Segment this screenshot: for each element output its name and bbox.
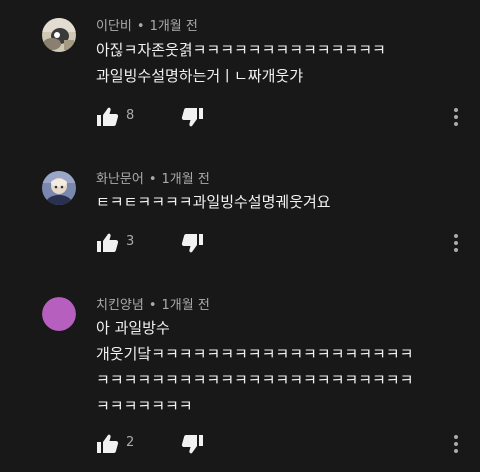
avatar[interactable]	[42, 297, 76, 331]
like-count: 2	[126, 435, 135, 450]
comment-actions: 3	[96, 231, 480, 255]
more-vertical-icon	[454, 234, 458, 252]
thumbs-up-icon	[97, 434, 119, 453]
like-count: 8	[126, 108, 135, 123]
separator: •	[148, 298, 157, 313]
comment-text-line: 개웃기닼ㅋㅋㅋㅋㅋㅋㅋㅋㅋㅋㅋㅋㅋㅋㅋㅋㅋㅋㅋ	[96, 345, 414, 363]
comment-actions: 8	[96, 105, 480, 129]
comment-text-line: 과일빙수설명하는거ㅣㄴ짜개웃갸	[96, 67, 304, 85]
comment-text-line: 아 과일방수	[96, 319, 170, 337]
like-button[interactable]	[96, 231, 120, 255]
thumbs-up-icon	[97, 107, 119, 126]
comment-text: 아짆ㅋ자존웃겱ㅋㅋㅋㅋㅋㅋㅋㅋㅋㅋㅋㅋㅋㅋ 과일빙수설명하는거ㅣㄴ짜개웃갸	[96, 37, 468, 89]
more-vertical-icon	[454, 435, 458, 453]
thumbs-down-icon	[181, 435, 203, 454]
comment-meta: 치킨양념 • 1개월 전	[96, 298, 210, 314]
dislike-button[interactable]	[180, 231, 204, 255]
default-avatar-icon	[42, 297, 76, 331]
comment-text: 아 과일방수 개웃기닼ㅋㅋㅋㅋㅋㅋㅋㅋㅋㅋㅋㅋㅋㅋㅋㅋㅋㅋㅋ ㅋㅋㅋㅋㅋㅋㅋㅋㅋ…	[96, 315, 468, 419]
avatar[interactable]	[42, 171, 76, 205]
thumbs-up-icon	[97, 233, 119, 252]
comment-text-line: ㅌㅋㅌㅋㅋㅋㅋ과일빙수설명궤웃겨요	[96, 193, 331, 211]
more-vertical-icon	[454, 108, 458, 126]
author-name[interactable]: 이단비	[96, 19, 132, 34]
comment-text-line: ㅋㅋㅋㅋㅋㅋㅋ	[96, 397, 193, 415]
thumbs-down-icon	[181, 234, 203, 253]
avatar[interactable]	[42, 18, 76, 52]
author-name[interactable]: 치킨양념	[96, 298, 144, 313]
author-name[interactable]: 화난문어	[96, 172, 144, 187]
like-count: 3	[126, 234, 135, 249]
comment-meta: 화난문어 • 1개월 전	[96, 172, 210, 188]
like-button[interactable]	[96, 105, 120, 129]
separator: •	[136, 19, 145, 34]
profile-photo-icon	[42, 18, 76, 52]
more-options-button[interactable]	[451, 432, 461, 456]
comment-time[interactable]: 1개월 전	[162, 298, 210, 313]
comment-time[interactable]: 1개월 전	[162, 172, 210, 187]
more-options-button[interactable]	[451, 231, 461, 255]
dislike-button[interactable]	[180, 432, 204, 456]
comment-text-line: 아짆ㅋ자존웃겱ㅋㅋㅋㅋㅋㅋㅋㅋㅋㅋㅋㅋㅋㅋ	[96, 41, 386, 59]
comment-text-line: ㅋㅋㅋㅋㅋㅋㅋㅋㅋㅋㅋㅋㅋㅋㅋㅋㅋㅋㅋㅋㅋㅋㅋ	[96, 371, 414, 389]
separator: •	[148, 172, 157, 187]
profile-photo-icon	[42, 171, 76, 205]
thumbs-down-icon	[181, 108, 203, 127]
comment-meta: 이단비 • 1개월 전	[96, 19, 198, 35]
comment-actions: 2	[96, 432, 480, 456]
like-button[interactable]	[96, 432, 120, 456]
dislike-button[interactable]	[180, 105, 204, 129]
comment-time[interactable]: 1개월 전	[150, 19, 198, 34]
more-options-button[interactable]	[451, 105, 461, 129]
comment-text: ㅌㅋㅌㅋㅋㅋㅋ과일빙수설명궤웃겨요	[96, 189, 468, 215]
